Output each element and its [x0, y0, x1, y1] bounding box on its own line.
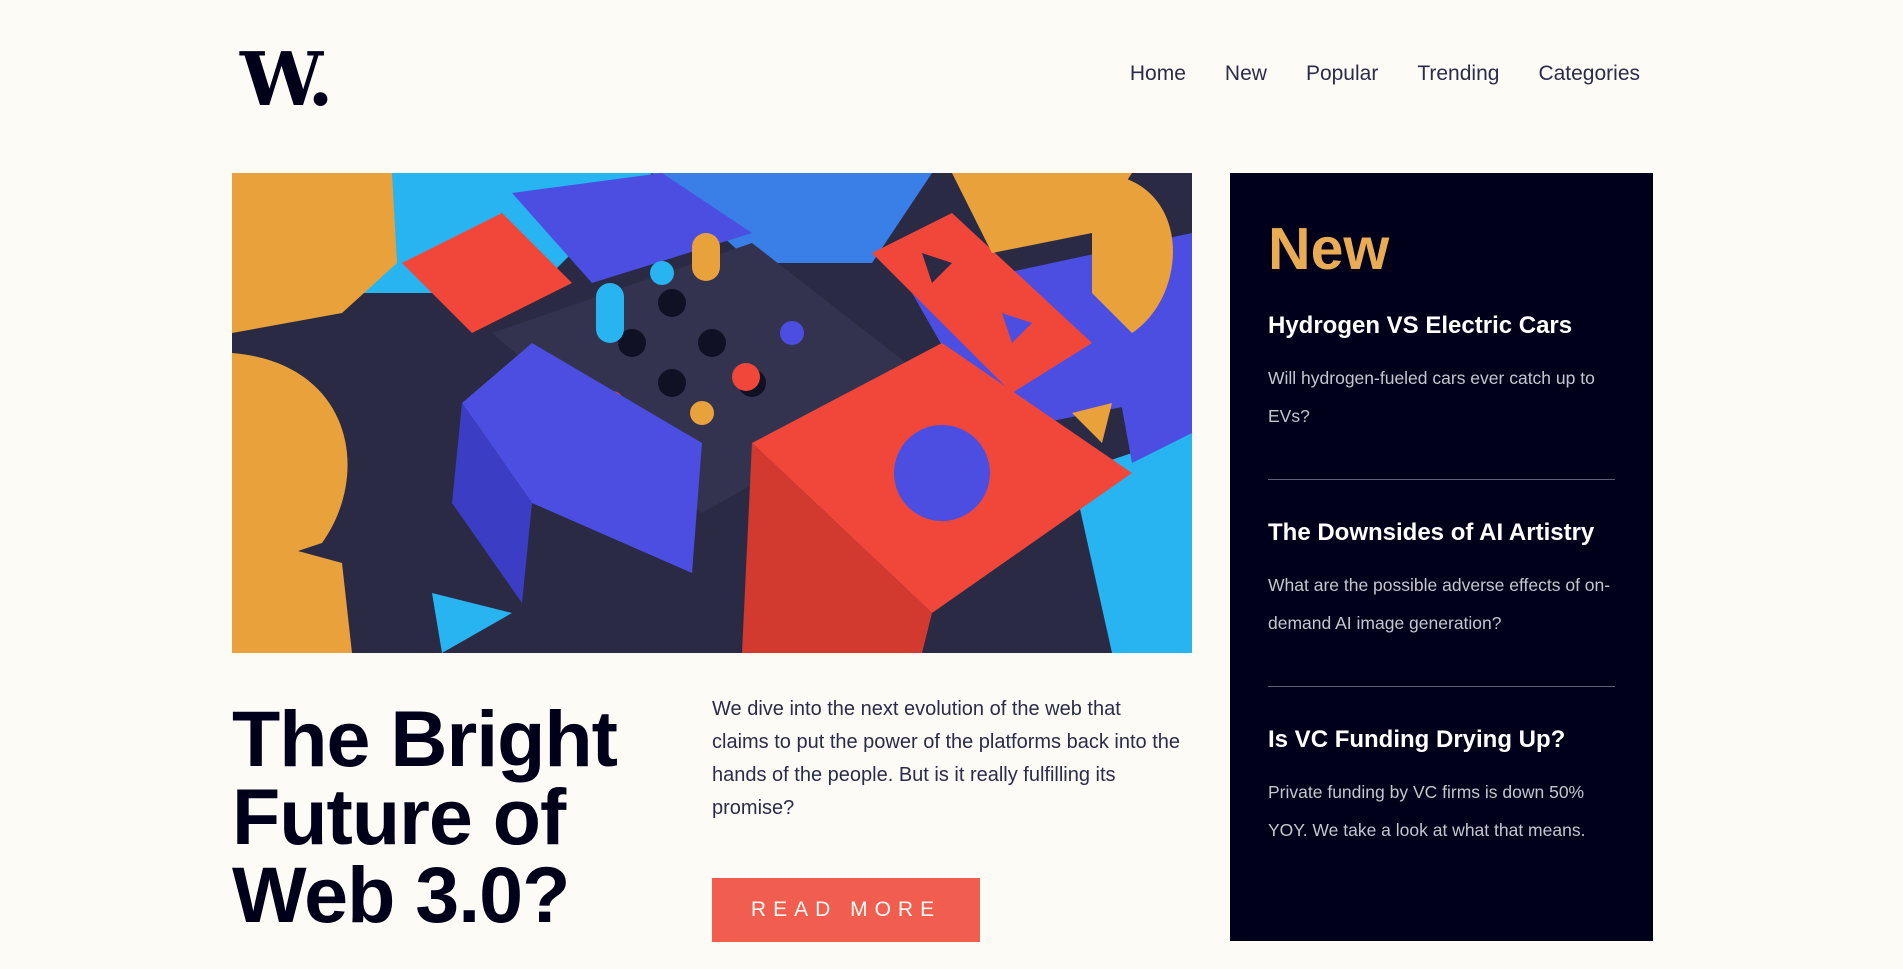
hero-image	[232, 173, 1192, 653]
hero-illustration	[232, 173, 1192, 653]
news-item-title[interactable]: The Downsides of AI Artistry	[1268, 518, 1615, 548]
site-logo[interactable]: W.	[240, 40, 333, 120]
sidebar-title: New	[1268, 216, 1390, 282]
main-nav: Home New Popular Trending Categories	[1130, 62, 1640, 86]
nav-categories[interactable]: Categories	[1538, 62, 1640, 86]
news-item-description: What are the possible adverse effects of…	[1268, 575, 1611, 633]
article-lede: We dive into the next evolution of the w…	[712, 698, 1181, 819]
nav-popular[interactable]: Popular	[1306, 62, 1378, 86]
read-more-button[interactable]: Read More	[712, 878, 980, 942]
news-item-title[interactable]: Is VC Funding Drying Up?	[1268, 725, 1615, 755]
nav-trending[interactable]: Trending	[1417, 62, 1499, 86]
page: W. Home New Popular Trending Categories	[0, 0, 1903, 969]
nav-new[interactable]: New	[1225, 62, 1267, 86]
article-headline: The Bright Future of Web 3.0?	[232, 694, 618, 939]
news-item-title[interactable]: Hydrogen VS Electric Cars	[1268, 311, 1615, 341]
news-item: The Downsides of AI Artistry What are th…	[1268, 479, 1615, 686]
news-item: Hydrogen VS Electric Cars Will hydrogen-…	[1268, 311, 1615, 479]
news-item: Is VC Funding Drying Up? Private funding…	[1268, 686, 1615, 893]
new-sidebar: New Hydrogen VS Electric Cars Will hydro…	[1230, 173, 1653, 941]
nav-home[interactable]: Home	[1130, 62, 1186, 86]
news-item-description: Will hydrogen-fueled cars ever catch up …	[1268, 368, 1595, 426]
news-item-description: Private funding by VC firms is down 50% …	[1268, 782, 1586, 840]
